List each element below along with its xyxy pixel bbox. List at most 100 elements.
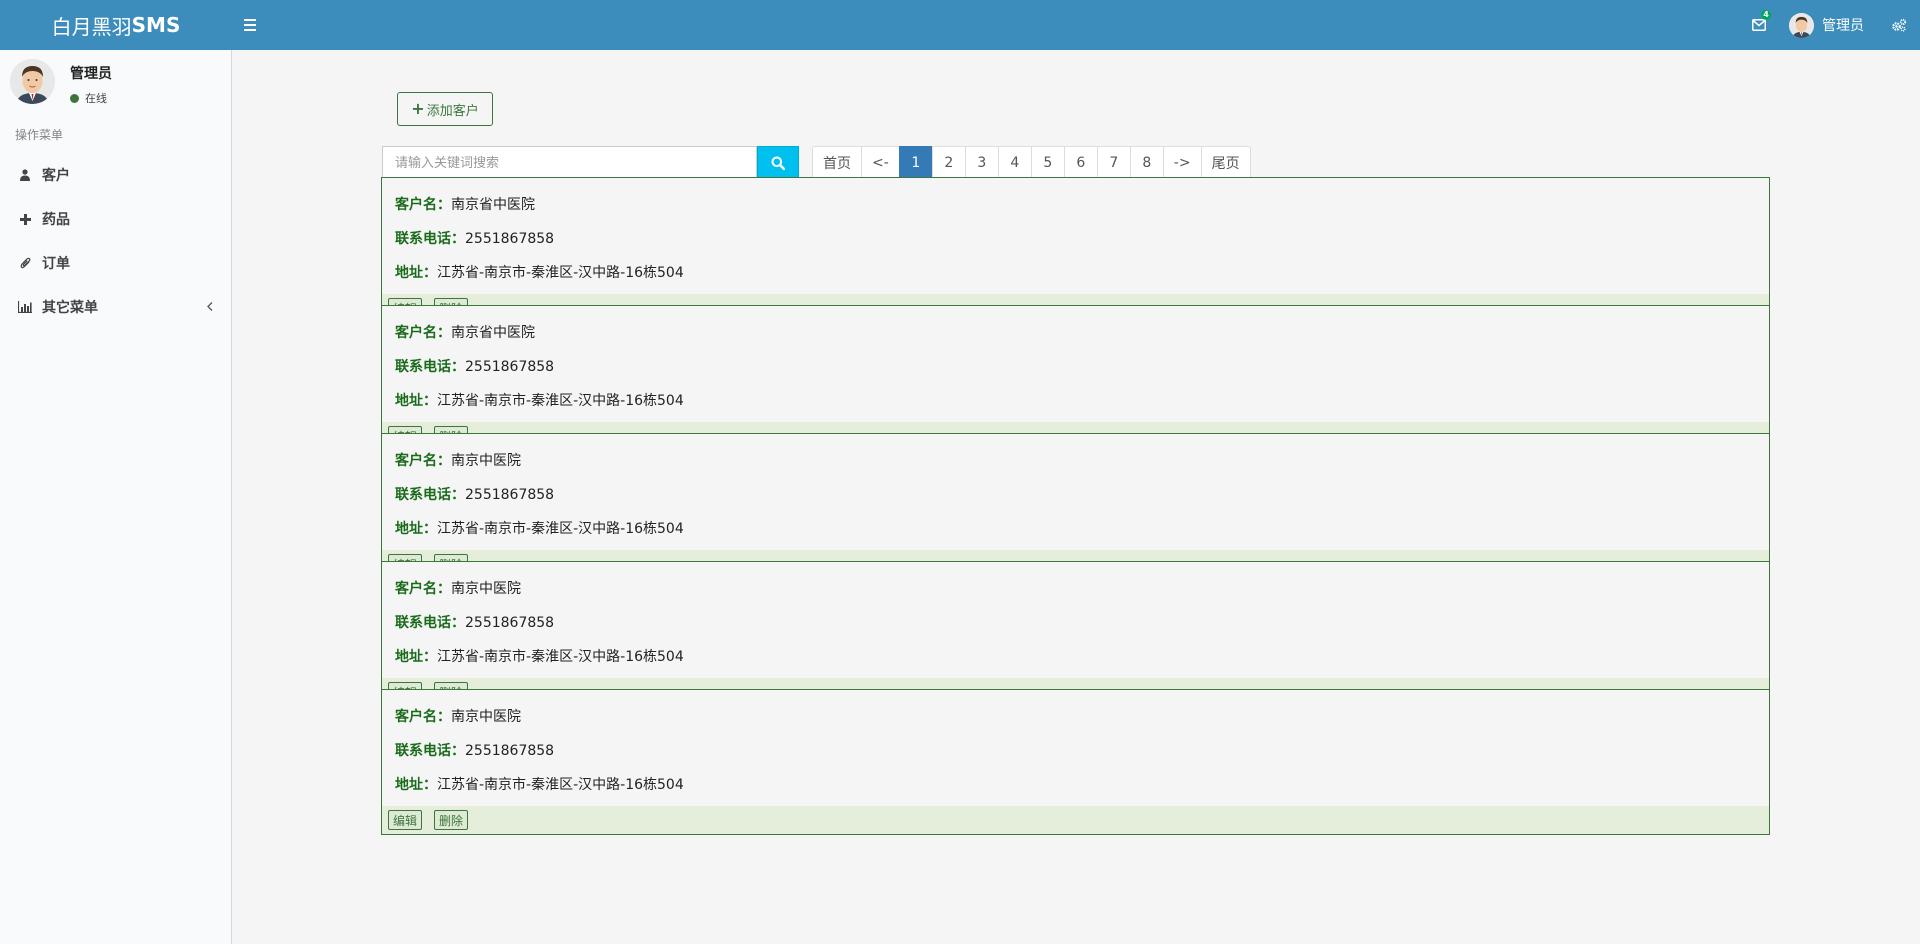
search-button[interactable] (757, 146, 799, 180)
page-link[interactable]: 尾页 (1200, 146, 1251, 180)
customer-address-label: 地址： (395, 777, 437, 793)
chevron-left-icon (207, 299, 213, 315)
brand-bold-text: SMS (131, 13, 181, 37)
customer-name-row: 客户名：南京中医院 (395, 578, 521, 598)
customer-phone: 2551867858 (465, 615, 555, 631)
customer-phone: 2551867858 (465, 231, 555, 247)
customer-address-row: 地址：江苏省-南京市-秦淮区-汉中路-16栋504 (395, 646, 684, 666)
customer-name-row: 客户名：南京省中医院 (395, 322, 535, 342)
plus-icon (18, 213, 32, 225)
customer-name: 南京省中医院 (451, 197, 535, 213)
sidebar-item-orders[interactable]: 订单 (0, 241, 231, 285)
customer-name-label: 客户名： (395, 581, 451, 597)
customer-phone-label: 联系电话： (395, 231, 465, 247)
customer-address: 江苏省-南京市-秦淮区-汉中路-16栋504 (437, 521, 684, 537)
page-link[interactable]: 8 (1129, 146, 1164, 180)
customer-name: 南京省中医院 (451, 325, 535, 341)
page-link[interactable]: 4 (997, 146, 1032, 180)
page-link[interactable]: 7 (1096, 146, 1131, 180)
plus-icon: + (411, 99, 425, 118)
customer-name-label: 客户名： (395, 709, 451, 725)
gears-icon (1892, 18, 1907, 32)
customer-name-label: 客户名： (395, 453, 451, 469)
customer-phone: 2551867858 (465, 487, 555, 503)
customer-name-label: 客户名： (395, 197, 451, 213)
header-user-name: 管理员 (1822, 18, 1864, 34)
customer-address-row: 地址：江苏省-南京市-秦淮区-汉中路-16栋504 (395, 262, 684, 282)
customer-card: 客户名：南京省中医院 联系电话：2551867858 地址：江苏省-南京市-秦淮区-… (381, 305, 1770, 451)
sidebar-item-label: 订单 (42, 256, 70, 272)
sidebar-item-label: 其它菜单 (42, 300, 98, 316)
page-link[interactable]: 首页 (812, 146, 862, 180)
customer-phone-row: 联系电话：2551867858 (395, 612, 554, 632)
sidebar-toggle-icon[interactable] (244, 14, 262, 36)
user-icon (18, 169, 32, 181)
add-customer-button[interactable]: + 添加客户 (397, 92, 493, 126)
customer-card: 客户名：南京中医院联系电话：2551867858 地址：江苏省-南京市-秦淮区-汉… (381, 689, 1770, 835)
customer-address-label: 地址： (395, 649, 437, 665)
customer-address-label: 地址： (395, 393, 437, 409)
brand-logo[interactable]: 白月黑羽 SMS (0, 0, 232, 50)
avatar (1789, 12, 1814, 38)
customer-address: 江苏省-南京市-秦淮区-汉中路-16栋504 (437, 265, 684, 281)
sidebar-user-name: 管理员 (70, 66, 112, 82)
pagination: 首页 <- 1 2 3 4 5 6 7 8 -> 尾页 (812, 146, 1251, 180)
customer-name: 南京中医院 (451, 581, 521, 597)
customer-name-row: 客户名：南京中医院 (395, 706, 521, 726)
customer-card: 客户名：南京中医院联系电话：2551867858 地址：江苏省-南京市-秦淮区-汉… (381, 561, 1770, 707)
paperclip-icon (18, 257, 32, 269)
customer-phone-label: 联系电话： (395, 359, 465, 375)
sidebar: 管理员 在线 操作菜单 客户 药品 订单 其它菜单 (0, 50, 232, 944)
page-link[interactable]: 2 (931, 146, 966, 180)
header-right: 4 管理员 (1739, 0, 1920, 50)
customer-name: 南京中医院 (451, 453, 521, 469)
page-link[interactable]: <- (861, 146, 900, 180)
page-link[interactable]: 5 (1030, 146, 1065, 180)
add-customer-label: 添加客户 (426, 103, 479, 119)
customer-card: 客户名：南京省中医院 联系电话：2551867858 地址：江苏省-南京市-秦淮区-… (381, 177, 1770, 323)
top-header: 白月黑羽 SMS 4 管理员 (0, 0, 1920, 50)
customer-address-row: 地址：江苏省-南京市-秦淮区-汉中路-16栋504 (395, 774, 684, 794)
customer-address-row: 地址：江苏省-南京市-秦淮区-汉中路-16栋504 (395, 518, 684, 538)
user-menu[interactable]: 管理员 (1779, 0, 1878, 50)
page-link[interactable]: 1 (898, 146, 933, 180)
status-text: 在线 (85, 92, 107, 105)
user-panel: 管理员 在线 (0, 50, 231, 116)
customer-phone-row: 联系电话：2551867858 (395, 356, 554, 376)
envelope-icon (1752, 19, 1766, 31)
customer-phone-label: 联系电话： (395, 487, 465, 503)
customer-phone-row: 联系电话：2551867858 (395, 228, 554, 248)
customer-address-row: 地址：江苏省-南京市-秦淮区-汉中路-16栋504 (395, 390, 684, 410)
card-actions: 编辑删除 (382, 806, 1769, 834)
customer-name-row: 客户名：南京省中医院 (395, 194, 535, 214)
customer-address: 江苏省-南京市-秦淮区-汉中路-16栋504 (437, 649, 684, 665)
sidebar-item-other-menu[interactable]: 其它菜单 (0, 285, 231, 329)
delete-button[interactable]: 删除 (434, 810, 469, 830)
customer-phone-row: 联系电话：2551867858 (395, 484, 554, 504)
sidebar-item-customers[interactable]: 客户 (0, 153, 231, 197)
search-input[interactable] (382, 146, 757, 180)
page-link[interactable]: 6 (1063, 146, 1098, 180)
avatar (10, 59, 55, 104)
customer-address-label: 地址： (395, 521, 437, 537)
mail-count-badge: 4 (1761, 10, 1771, 20)
settings-button[interactable] (1878, 0, 1920, 50)
mail-button[interactable]: 4 (1739, 0, 1779, 50)
page-link[interactable]: 3 (964, 146, 999, 180)
menu-header: 操作菜单 (15, 128, 64, 142)
customer-phone: 2551867858 (465, 743, 555, 759)
bar-chart-icon (18, 301, 32, 313)
customer-name: 南京中医院 (451, 709, 521, 725)
sidebar-item-medicine[interactable]: 药品 (0, 197, 231, 241)
sidebar-item-label: 药品 (42, 212, 70, 228)
customer-phone-label: 联系电话： (395, 615, 465, 631)
page-link[interactable]: -> (1162, 146, 1202, 180)
customer-phone-row: 联系电话：2551867858 (395, 740, 554, 760)
search-icon (771, 156, 785, 170)
customer-phone: 2551867858 (465, 359, 555, 375)
customer-address: 江苏省-南京市-秦淮区-汉中路-16栋504 (437, 393, 684, 409)
customer-address-label: 地址： (395, 265, 437, 281)
customer-card: 客户名：南京中医院联系电话：2551867858 地址：江苏省-南京市-秦淮区-汉… (381, 433, 1770, 579)
edit-button[interactable]: 编辑 (388, 810, 423, 830)
brand-text: 白月黑羽 (51, 14, 132, 39)
